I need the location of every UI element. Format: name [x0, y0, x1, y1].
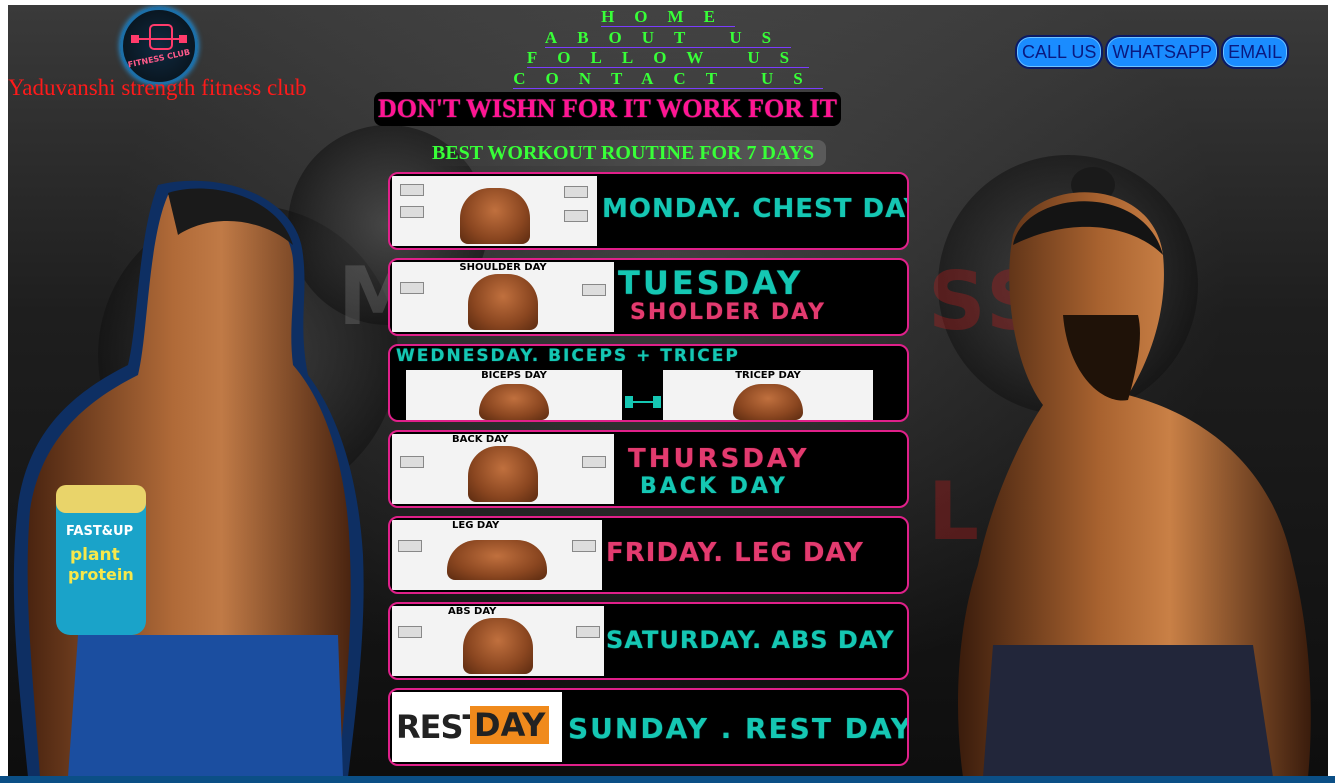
motto-heading: DON'T WISHN FOR IT WORK FOR IT	[374, 92, 841, 126]
routine-tuesday-day: TUESDAY	[618, 264, 804, 302]
routine-monday-label: MONDAY. CHEST DAY	[602, 194, 909, 224]
routine-card-friday[interactable]: LEG DAY FRIDAY. LEG DAY	[388, 516, 909, 594]
routine-friday-label: FRIDAY. LEG DAY	[606, 538, 864, 568]
routine-card-saturday[interactable]: ABS DAY SATURDAY. ABS DAY	[388, 602, 909, 680]
contact-buttons: CALL US WHATSAPP EMAIL	[1015, 35, 1290, 69]
routine-saturday-label: SATURDAY. ABS DAY	[606, 626, 895, 654]
tricep-workout-image: TRICEP DAY	[663, 370, 873, 420]
chest-workout-image	[392, 176, 597, 246]
routine-subtitle: BEST WORKOUT ROUTINE FOR 7 DAYS	[428, 140, 827, 166]
routine-thursday-day: THURSDAY	[628, 444, 810, 474]
hero-background: M SS L FAST&UP plant protein FITNESS CLU…	[8, 5, 1328, 777]
routine-card-wednesday[interactable]: WEDNESDAY. BICEPS + TRICEP BICEPS DAY TR…	[388, 344, 909, 422]
dumbbell-icon	[625, 396, 661, 408]
rest-day-image: REST DAY	[392, 692, 562, 762]
nav-contact-us[interactable]: CONTACT US	[498, 68, 838, 90]
email-button[interactable]: EMAIL	[1221, 35, 1290, 69]
right-athlete-figure	[958, 167, 1311, 777]
shoulder-workout-image: SHOULDER DAY	[392, 262, 614, 332]
footer-bar	[0, 776, 1335, 783]
left-athlete-photo: FAST&UP plant protein	[8, 175, 368, 777]
fitness-club-logo: FITNESS CLUB	[120, 7, 198, 85]
routine-card-tuesday[interactable]: SHOULDER DAY TUESDAY SHOLDER DAY	[388, 258, 909, 336]
routine-card-sunday[interactable]: REST DAY SUNDAY . REST DAY	[388, 688, 909, 766]
routine-tuesday-focus: SHOLDER DAY	[630, 300, 826, 325]
routine-sunday-label: SUNDAY . REST DAY	[568, 712, 909, 745]
call-us-button[interactable]: CALL US	[1015, 35, 1104, 69]
product-label-protein: protein	[68, 565, 134, 584]
routine-card-monday[interactable]: MONDAY. CHEST DAY	[388, 172, 909, 250]
abs-workout-image: ABS DAY	[392, 606, 604, 676]
biceps-workout-image: BICEPS DAY	[406, 370, 622, 420]
product-label-brand: FAST&UP	[66, 524, 133, 539]
main-nav: HOME ABOUT US FOLLOW US CONTACT US	[498, 7, 838, 89]
nav-follow-us[interactable]: FOLLOW US	[498, 48, 838, 69]
nav-about-us[interactable]: ABOUT US	[498, 27, 838, 49]
left-athlete-figure: FAST&UP plant protein	[13, 180, 364, 777]
routine-wednesday-label: WEDNESDAY. BICEPS + TRICEP	[396, 346, 740, 366]
logo-text: FITNESS CLUB	[127, 47, 191, 70]
whatsapp-button[interactable]: WHATSAPP	[1105, 35, 1220, 69]
leg-workout-image: LEG DAY	[392, 520, 602, 590]
back-workout-image: BACK DAY	[392, 434, 614, 504]
club-name: Yaduvanshi strength fitness club	[8, 75, 307, 100]
product-label-plant: plant	[70, 545, 120, 565]
nav-home[interactable]: HOME	[498, 7, 838, 28]
routine-card-thursday[interactable]: BACK DAY THURSDAY BACK DAY	[388, 430, 909, 508]
routine-thursday-focus: BACK DAY	[640, 474, 788, 499]
right-athlete-photo	[953, 165, 1328, 777]
fist-icon	[149, 24, 173, 50]
